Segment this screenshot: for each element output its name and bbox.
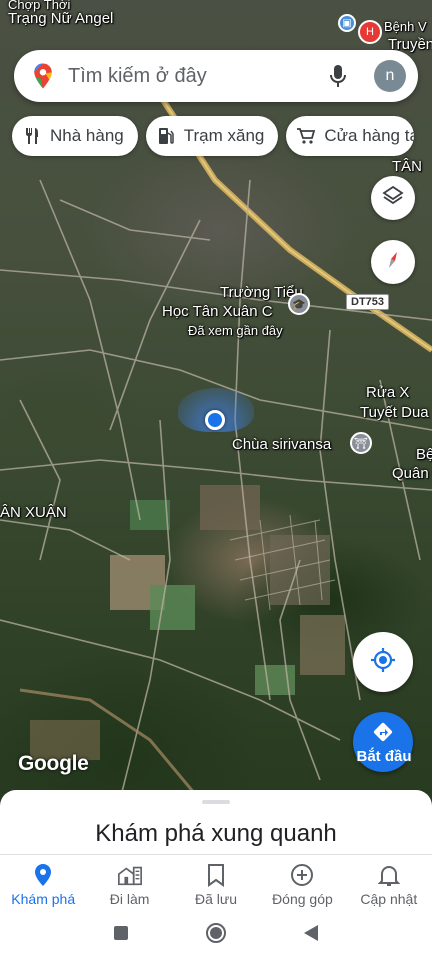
road-shield-dt753: DT753 [346, 294, 390, 310]
building-icon[interactable]: ▣ [338, 14, 356, 32]
bookmark-icon [203, 862, 229, 888]
crosshair-icon [370, 647, 396, 678]
fork-knife-icon [22, 126, 42, 146]
nav-explore[interactable]: Khám phá [0, 855, 86, 910]
add-circle-icon [289, 862, 315, 888]
bell-icon [376, 862, 402, 888]
nav-commute[interactable]: Đi làm [86, 855, 172, 910]
commute-icon [117, 862, 143, 888]
my-location-dot [205, 410, 225, 430]
maps-pin-logo-icon [28, 61, 58, 91]
map-label-benh-vien[interactable]: Bệnh V [384, 18, 427, 36]
chip-gas-stations-label: Trạm xăng [183, 126, 265, 145]
layers-button[interactable] [371, 176, 415, 220]
google-logo: Google [18, 752, 89, 775]
account-avatar[interactable]: n [374, 60, 406, 92]
map-label-tan: TÂN [392, 158, 422, 175]
home-button-icon[interactable] [205, 922, 227, 949]
chip-restaurants[interactable]: Nhà hàng [12, 116, 138, 156]
map-label-rua-xe[interactable]: Rửa X [366, 384, 409, 402]
map-label-school-line2[interactable]: Học Tân Xuân C [162, 303, 273, 321]
nav-contribute-label: Đóng góp [272, 891, 333, 907]
recents-button-icon[interactable] [113, 925, 129, 946]
search-input[interactable]: Tìm kiếm ở đây [68, 65, 326, 88]
nav-saved-label: Đã lưu [194, 891, 238, 907]
hospital-icon[interactable]: H [358, 20, 382, 44]
nav-saved[interactable]: Đã lưu [173, 855, 259, 910]
map-label-quan-doi[interactable]: Quân Đ [392, 465, 432, 483]
layers-icon [382, 185, 404, 212]
search-bar[interactable]: Tìm kiếm ở đây n [14, 50, 418, 102]
nav-updates[interactable]: Cập nhật [346, 855, 432, 910]
back-button-icon[interactable] [303, 924, 319, 947]
system-navigation-bar [0, 910, 432, 960]
compass-button[interactable] [371, 240, 415, 284]
map-label-tan-xuan: ÂN XUÂN [0, 504, 67, 521]
compass-icon [381, 248, 405, 277]
explore-bottom-sheet[interactable]: Khám phá xung quanh [0, 790, 432, 860]
map-label-pagoda[interactable]: Chùa sirivansa [232, 436, 331, 454]
microphone-icon[interactable] [326, 64, 350, 88]
school-icon[interactable]: 🎓 [288, 293, 310, 315]
gas-station-icon [156, 126, 176, 146]
shopping-cart-icon [296, 126, 316, 146]
my-location-button[interactable] [353, 632, 413, 692]
map-label-school-sub: Đã xem gần đây [188, 323, 283, 338]
chip-gas-stations[interactable]: Trạm xăng [145, 116, 279, 156]
nav-contribute[interactable]: Đóng góp [259, 855, 345, 910]
explore-pin-icon [30, 862, 56, 888]
sheet-drag-handle[interactable] [202, 800, 230, 804]
chip-groceries[interactable]: Cửa hàng tạp [286, 116, 415, 156]
sheet-title: Khám phá xung quanh [95, 820, 337, 847]
map-label-tuyet-dua[interactable]: Tuyết Dua [360, 404, 429, 422]
map-label-be[interactable]: Bệ [416, 446, 432, 464]
nav-explore-label: Khám phá [11, 891, 76, 907]
directions-arrow-icon [372, 721, 394, 748]
pagoda-icon[interactable]: ⛩ [350, 432, 372, 454]
chip-restaurants-label: Nhà hàng [50, 126, 124, 145]
nav-commute-label: Đi làm [109, 891, 150, 907]
map-label-trang-nu-angel[interactable]: Trạng Nữ Angel [8, 10, 113, 28]
chip-groceries-label: Cửa hàng tạp [324, 126, 415, 145]
bottom-navigation: Khám phá Đi làm Đã lưu Đóng góp Cập nhật [0, 854, 432, 910]
start-navigation-label[interactable]: Bắt đầu [350, 748, 418, 765]
category-chips: Nhà hàng Trạm xăng Cửa hàng tạp [12, 116, 415, 156]
nav-updates-label: Cập nhật [360, 891, 418, 907]
